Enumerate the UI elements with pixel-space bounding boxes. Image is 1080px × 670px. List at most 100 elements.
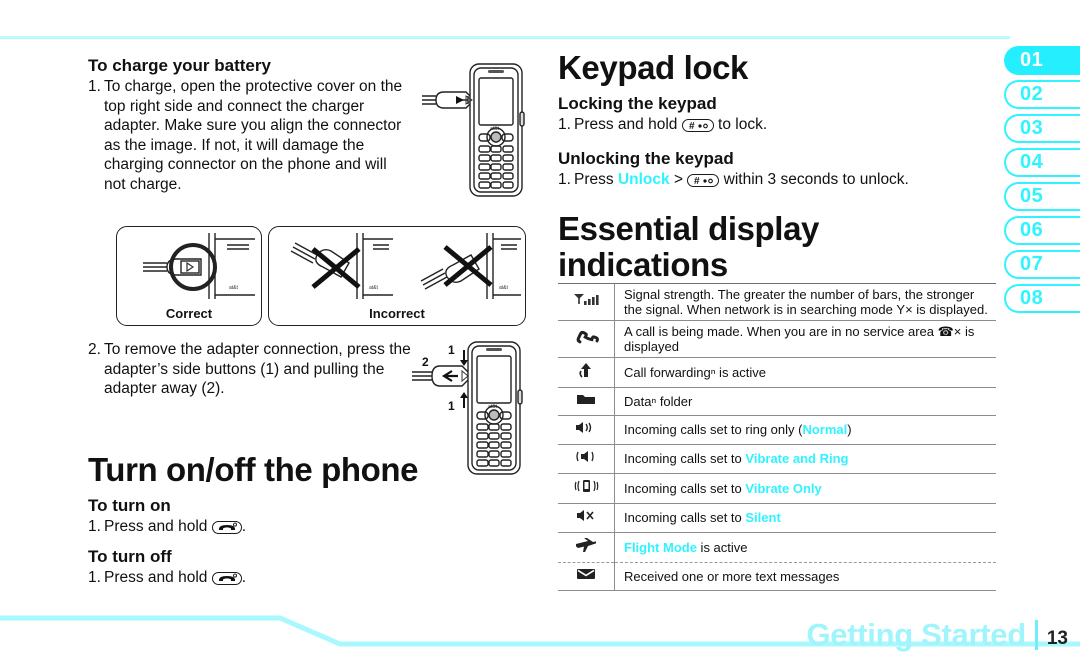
svg-text:#: #	[694, 176, 700, 186]
svg-text:at&t: at&t	[490, 126, 500, 132]
incorrect-diagram-box: at&t at&t Incorrect	[268, 226, 526, 326]
connector-orientation-diagrams: at&t Correct at&t at&t Incorrect	[116, 226, 526, 328]
step-text-suffix: to lock.	[718, 116, 768, 134]
turn-on-off-block: Turn on/off the phone To turn on 1. Press…	[88, 452, 508, 587]
indication-text-pre: Incoming calls set to ring only (	[624, 422, 803, 438]
table-row: Incoming calls set to Vibrate Only	[558, 473, 997, 504]
table-row: Incoming calls set to Silent	[558, 503, 997, 533]
indication-text-pre: Incoming calls set to	[624, 480, 746, 496]
airplane-icon	[558, 532, 615, 563]
step-number: 1.	[558, 170, 571, 188]
table-row: Received one or more text messages	[558, 562, 996, 591]
right-column: Keypad lock Locking the keypad 1. Press a…	[558, 50, 996, 287]
indication-highlight: Normal	[802, 422, 848, 438]
hash-key-icon: #	[687, 173, 720, 187]
chapter-tab-label: 04	[1020, 151, 1044, 173]
step-text: To remove the adapter connection, press …	[104, 341, 411, 397]
locking-keypad-heading: Locking the keypad	[558, 93, 717, 113]
chapter-tab-label: 03	[1020, 117, 1044, 139]
indication-text: Call forwardingⁿ is active	[624, 364, 767, 380]
chapter-tab-05[interactable]: 05	[1004, 182, 1080, 211]
keypad-lock-heading: Keypad lock	[558, 49, 749, 86]
chapter-tab-label: 01	[1020, 49, 1044, 71]
table-row: Incoming calls set to ring only (Normal)	[558, 415, 997, 445]
to-turn-off-step: 1. Press and hold .	[88, 568, 508, 588]
step-text-prefix: Press	[574, 170, 614, 188]
unlock-softkey-label[interactable]: Unlock	[618, 171, 670, 188]
table-row: Call forwardingⁿ is active	[558, 357, 996, 388]
essential-display-heading: Essential display indications	[558, 210, 819, 284]
indication-text: Incoming calls set to Vibrate and Ring	[615, 445, 997, 474]
table-row: Dataⁿ folder	[558, 387, 996, 416]
correct-connector-art: at&t	[143, 233, 255, 299]
chapter-tab-label: 08	[1020, 287, 1044, 309]
chapter-tab-07[interactable]: 07	[1004, 250, 1080, 279]
envelope-icon	[558, 562, 615, 591]
svg-text:at&t: at&t	[488, 404, 498, 410]
speaker-mute-icon	[558, 503, 615, 533]
indication-text: Received one or more text messages	[624, 568, 840, 584]
chapter-tab-label: 05	[1020, 185, 1044, 207]
svg-text:at&t: at&t	[229, 285, 239, 291]
indication-text: Signal strength. The greater the number …	[624, 287, 988, 317]
step-text-suffix: within 3 seconds to unlock.	[723, 170, 909, 188]
page-number: 13	[1046, 628, 1068, 649]
indication-highlight: Silent	[745, 510, 781, 526]
speaker-ring-icon	[558, 415, 615, 445]
indication-text: Incoming calls set to Silent	[615, 504, 997, 533]
to-turn-off-heading: To turn off	[88, 546, 172, 566]
indication-text-post: is active	[696, 539, 748, 555]
indication-text-pre: Incoming calls set to	[624, 510, 746, 526]
correct-diagram-box: at&t Correct	[116, 226, 262, 326]
incorrect-caption: Incorrect	[369, 306, 425, 321]
chapter-tab-label: 07	[1020, 253, 1044, 275]
remove-adapter-block: 2. To remove the adapter connection, pres…	[88, 340, 428, 399]
hash-key-icon: #	[681, 119, 714, 133]
top-rule	[0, 36, 1010, 39]
correct-caption: Correct	[165, 306, 213, 321]
turn-on-off-heading: Turn on/off the phone	[88, 451, 419, 488]
unlocking-keypad-step: 1. Press Unlock > # within 3 seconds to u…	[558, 170, 996, 190]
end-key-icon	[211, 571, 242, 585]
indication-highlight: Vibrate and Ring	[745, 451, 849, 467]
step-text: To charge, open the protective cover on …	[104, 78, 403, 193]
indication-text-post: )	[847, 422, 852, 438]
table-row: A call is being made. When you are in no…	[558, 320, 996, 358]
chapter-tab-06[interactable]: 06	[1004, 216, 1080, 245]
svg-text:at&t: at&t	[499, 285, 509, 291]
chapter-tab-label: 02	[1020, 83, 1044, 105]
vibrate-only-icon	[558, 473, 615, 504]
chapter-tab-08[interactable]: 08	[1004, 284, 1080, 313]
step-text-prefix: Press and hold	[574, 116, 678, 134]
footer-chapter-title: Getting Started	[806, 617, 1026, 652]
indication-highlight: Flight Mode	[624, 539, 697, 555]
step-number: 1.	[88, 568, 101, 586]
indication-text-pre: Incoming calls set to	[624, 451, 746, 467]
indication-text: Incoming calls set to Vibrate Only	[615, 474, 997, 504]
footer-divider	[1034, 620, 1038, 650]
callout-1-top: 1	[448, 343, 455, 357]
step-text-suffix: .	[241, 518, 247, 536]
chapter-tab-02[interactable]: 02	[1004, 80, 1080, 109]
chapter-tab-label: 06	[1020, 219, 1044, 241]
svg-text:#: #	[689, 121, 695, 131]
manual-page: 01 02 03 04 05 06 07 08 To charge your b…	[0, 0, 1080, 670]
chapter-tab-04[interactable]: 04	[1004, 148, 1080, 177]
folder-icon	[558, 387, 615, 416]
signal-strength-icon	[558, 283, 615, 321]
step-text-suffix: .	[241, 568, 247, 586]
display-indications-table: Signal strength. The greater the number …	[558, 283, 996, 591]
handset-call-icon	[558, 320, 615, 358]
step-number: 2.	[88, 341, 101, 358]
table-row: Incoming calls set to Vibrate and Ring	[558, 444, 997, 474]
call-forwarding-arrow-icon	[558, 357, 615, 388]
locking-keypad-step: 1. Press and hold # to lock.	[558, 115, 996, 135]
remove-adapter-step: 2. To remove the adapter connection, pres…	[88, 340, 422, 399]
chapter-tab-03[interactable]: 03	[1004, 114, 1080, 143]
table-row: Signal strength. The greater the number …	[558, 283, 996, 321]
phone-charging-illustration: at&t	[422, 63, 525, 197]
table-row: Flight Mode is active	[558, 532, 996, 563]
vibrate-and-ring-icon	[558, 444, 615, 474]
chapter-tab-01[interactable]: 01	[1004, 46, 1080, 75]
indication-text: Incoming calls set to ring only (Normal)	[615, 416, 997, 445]
